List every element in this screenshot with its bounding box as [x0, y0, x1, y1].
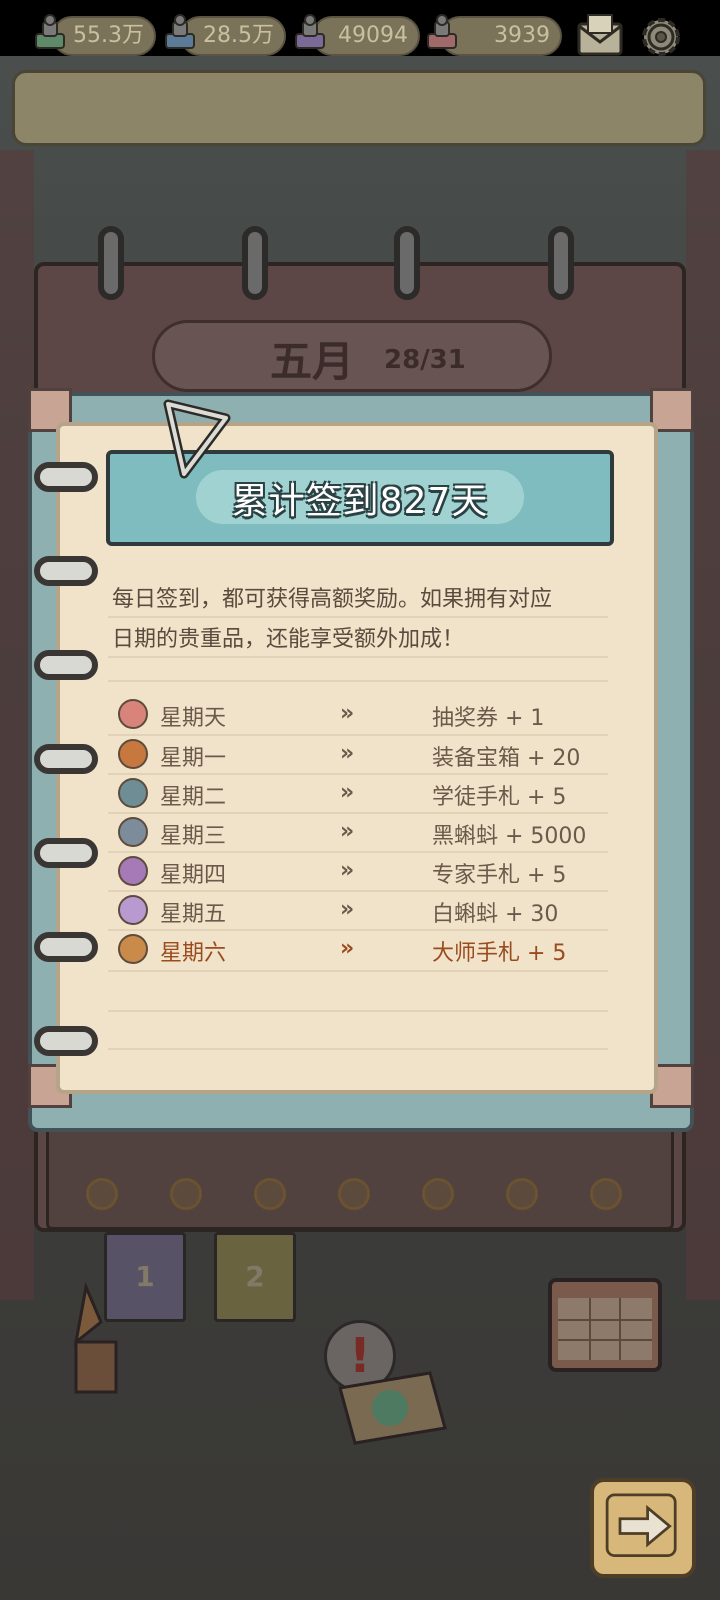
double-arrow-icon: »: [340, 897, 354, 922]
binder-ring: [34, 1026, 98, 1056]
resource-bar: [12, 70, 706, 146]
double-arrow-icon: »: [340, 780, 354, 805]
calendar-ring: [242, 226, 268, 300]
double-arrow-icon: »: [340, 858, 354, 883]
binder-ring: [34, 744, 98, 774]
description-line-1: 每日签到，都可获得高额奖励。如果拥有对应: [112, 587, 553, 612]
master-notes-icon: [118, 934, 148, 964]
reward-row-tuesday: 星期二 » 学徒手札 + 5: [112, 775, 612, 813]
reward-row-thursday: 星期四 » 专家手札 + 5: [112, 853, 612, 891]
double-arrow-icon: »: [340, 936, 354, 961]
reward-value: 专家手札 + 5: [432, 863, 567, 888]
divider-line: [108, 1010, 608, 1012]
divider-line: [108, 680, 608, 682]
ticket-2[interactable]: 2: [214, 1232, 296, 1322]
reward-day: 星期二: [160, 785, 227, 810]
reward-value: 大师手札 + 5: [432, 941, 567, 966]
white-tadpole-icon: [118, 895, 148, 925]
reward-row-saturday: 星期六 » 大师手札 + 5: [112, 931, 612, 969]
apprentice-notes-icon: [118, 778, 148, 808]
divider-line: [108, 1048, 608, 1050]
purple-stamp-icon: [295, 14, 325, 49]
reward-value: 装备宝箱 + 20: [432, 746, 581, 771]
double-arrow-icon: »: [340, 741, 354, 766]
calendar-ring: [548, 226, 574, 300]
reward-row-friday: 星期五 » 白蝌蚪 + 30: [112, 892, 612, 930]
divider-line: [108, 970, 608, 972]
month-title: 五月: [270, 337, 355, 386]
black-tadpole-icon: [118, 817, 148, 847]
double-arrow-icon: »: [340, 701, 354, 726]
divider-line: [108, 656, 608, 658]
next-arrow-button[interactable]: [590, 1478, 696, 1578]
signin-description: 每日签到，都可获得高额奖励。如果拥有对应 日期的贵重品，还能享受额外加成！: [112, 580, 612, 660]
month-progress: 28/31: [384, 345, 466, 375]
binder-ring: [34, 650, 98, 680]
mail-icon[interactable]: [576, 12, 624, 58]
description-line-2: 日期的贵重品，还能享受额外加成！: [112, 627, 465, 652]
double-arrow-icon: »: [340, 819, 354, 844]
binder-ring: [34, 932, 98, 962]
divider-line: [108, 616, 608, 618]
calendar-ring: [98, 226, 124, 300]
expert-notes-icon: [118, 856, 148, 886]
reward-value: 黑蝌蚪 + 5000: [432, 824, 587, 849]
map-scroll-icon[interactable]: [330, 1368, 450, 1448]
reward-row-sunday: 星期天 » 抽奖券 + 1: [112, 696, 612, 734]
ticket-2-label: 2: [245, 1260, 265, 1293]
calendar-prop-icon[interactable]: [540, 1270, 670, 1380]
white-tadpole-icon: [506, 1178, 538, 1210]
reward-value: 白蝌蚪 + 30: [432, 902, 559, 927]
reward-row-monday: 星期一 » 装备宝箱 + 20: [112, 736, 612, 774]
green-stamp-icon: [35, 14, 65, 49]
equipment-chest-icon: [118, 739, 148, 769]
blue-stamp-icon: [165, 14, 195, 49]
reward-day: 星期五: [160, 902, 227, 927]
apprentice-notes-icon: [254, 1178, 286, 1210]
black-tadpole-icon: [338, 1178, 370, 1210]
binder-ring: [34, 556, 98, 586]
reward-day: 星期天: [160, 706, 227, 731]
expert-notes-icon: [422, 1178, 454, 1210]
reward-day: 星期一: [160, 746, 227, 771]
reward-value: 抽奖券 + 1: [432, 706, 545, 731]
binder-ring: [34, 838, 98, 868]
master-notes-icon: [590, 1178, 622, 1210]
gear-icon[interactable]: [636, 12, 686, 62]
calendar-ring: [394, 226, 420, 300]
lottery-ticket-icon: [86, 1178, 118, 1210]
equipment-chest-icon: [170, 1178, 202, 1210]
reward-day: 星期四: [160, 863, 227, 888]
statue-icon: [73, 1282, 118, 1394]
paper-clip-icon: [163, 399, 231, 479]
reward-day: 星期三: [160, 824, 227, 849]
reward-value: 学徒手札 + 5: [432, 785, 567, 810]
reward-row-wednesday: 星期三 » 黑蝌蚪 + 5000: [112, 814, 612, 852]
reward-day: 星期六: [160, 941, 227, 966]
binder-ring: [34, 462, 98, 492]
red-stamp-icon: [427, 14, 457, 49]
lottery-ticket-icon: [118, 699, 148, 729]
